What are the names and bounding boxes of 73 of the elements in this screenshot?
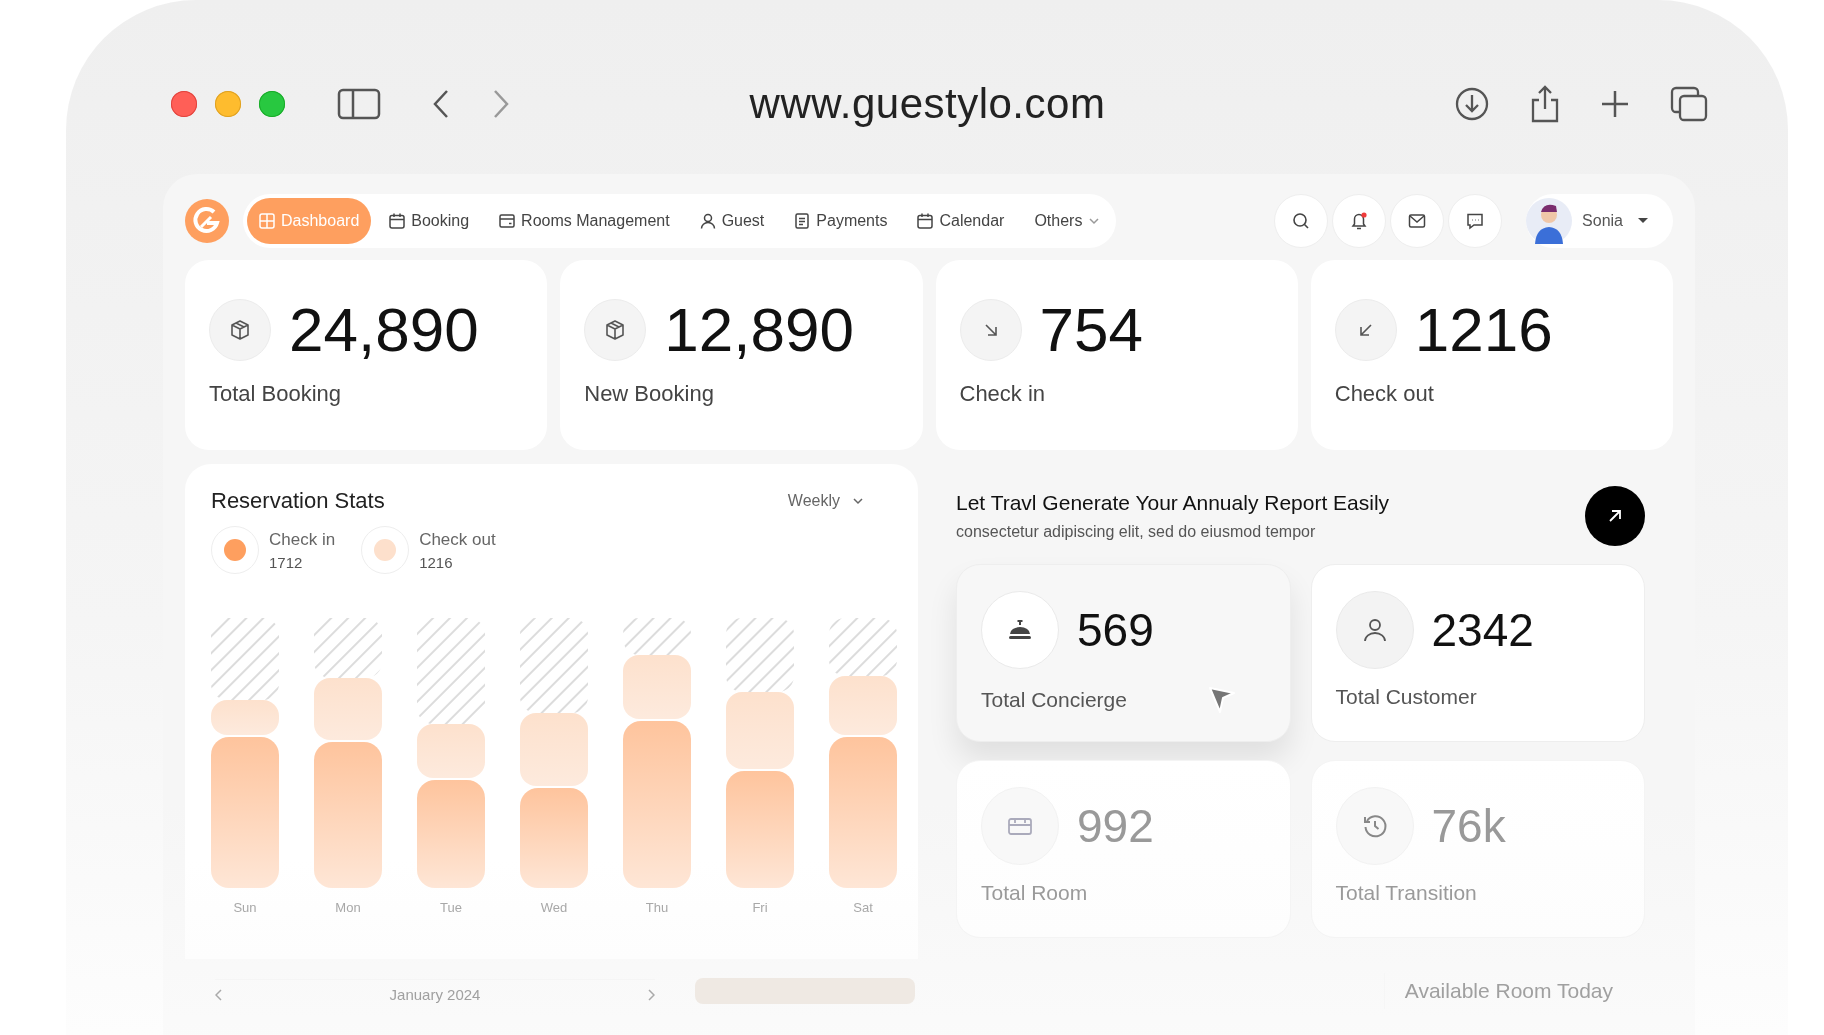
day-label: Fri — [751, 900, 769, 915]
mail-icon — [1408, 212, 1427, 230]
total-card[interactable]: 2342 Total Customer — [1310, 564, 1645, 742]
nav-tab[interactable]: Payments — [782, 198, 900, 244]
address-bar[interactable]: www.guestylo.com — [511, 80, 1454, 128]
legend-value: 1712 — [269, 553, 304, 571]
close-window-button[interactable] — [171, 91, 197, 117]
stat-label: New Booking — [584, 381, 714, 407]
document-icon — [794, 213, 811, 229]
month-label: January 2024 — [389, 986, 481, 1003]
total-label: Total Room — [981, 881, 1088, 905]
arrow-down-left-icon — [1357, 321, 1374, 338]
report-title: Let Travl Generate Your Annualy Report Easily — [956, 491, 1390, 515]
person-icon — [699, 213, 716, 229]
stat-label: Check out — [1334, 381, 1434, 407]
nav-tab[interactable]: Rooms Management — [487, 198, 682, 244]
day-label: Sat — [852, 900, 874, 915]
calendar-icon — [389, 213, 406, 229]
forward-icon[interactable] — [491, 88, 511, 120]
maximize-window-button[interactable] — [259, 91, 285, 117]
report-subtitle: consectetur adipiscing elit, sed do eiusmod tempor — [956, 523, 1316, 541]
box-icon — [229, 318, 251, 341]
total-card[interactable]: 569 Total Concierge — [956, 564, 1291, 742]
person-icon — [1361, 617, 1388, 643]
open-report-button[interactable] — [1585, 486, 1645, 546]
tabs-icon[interactable] — [1670, 86, 1708, 122]
bell-icon — [1349, 211, 1370, 231]
stat-label: Total Booking — [209, 381, 342, 407]
nav-tab[interactable]: Calendar — [905, 198, 1017, 244]
legend-label: Check in — [269, 529, 336, 550]
day-label: Mon — [334, 900, 362, 915]
download-icon[interactable] — [1454, 86, 1490, 122]
total-value: 76k — [1431, 799, 1506, 853]
total-label: Total Customer — [1335, 685, 1477, 709]
cursor-icon — [1207, 685, 1236, 715]
profile-menu[interactable]: Sonia — [1526, 194, 1673, 248]
chat-icon — [1466, 212, 1485, 230]
plus-icon[interactable] — [1600, 89, 1630, 119]
calendar-icon — [917, 213, 934, 229]
card-title: Available Room Today — [1404, 979, 1613, 1002]
avatar-icon — [1526, 198, 1573, 244]
day-label: Sun — [232, 900, 258, 915]
grid-icon — [259, 213, 275, 229]
total-value: 2342 — [1431, 603, 1534, 657]
total-label: Total Concierge — [981, 688, 1127, 712]
nav-tab[interactable]: Booking — [377, 198, 482, 244]
day-label: Thu — [644, 900, 670, 915]
total-label: Total Transition — [1335, 881, 1477, 905]
period-dropdown[interactable]: Weekly — [781, 491, 870, 511]
legend-label: Check out — [419, 529, 496, 550]
history-icon — [1361, 813, 1388, 839]
legend-value: 1216 — [419, 553, 454, 571]
total-value: 569 — [1077, 603, 1154, 657]
card-title: Reservation Stats — [211, 488, 385, 514]
day-label: Wed — [539, 900, 569, 915]
share-icon[interactable] — [1530, 85, 1560, 123]
total-value: 992 — [1077, 799, 1154, 853]
search-icon — [1292, 212, 1311, 230]
stat-value: 754 — [1039, 294, 1143, 365]
nav-tab[interactable]: Guest — [687, 198, 777, 244]
stat-value: 12,890 — [664, 294, 854, 365]
box-icon — [604, 318, 627, 341]
chevron-down-icon — [1088, 215, 1101, 227]
chevron-down-icon — [852, 495, 864, 507]
card-icon — [499, 213, 516, 229]
sidebar-icon[interactable] — [337, 88, 381, 120]
stat-value: 24,890 — [289, 294, 479, 365]
nav-tab[interactable]: Others — [1022, 198, 1113, 244]
stat-value: 1216 — [1414, 294, 1553, 365]
arrow-down-right-icon — [982, 321, 999, 338]
back-icon[interactable] — [431, 88, 451, 120]
day-label: Tue — [439, 900, 463, 915]
stat-label: Check in — [959, 381, 1046, 407]
